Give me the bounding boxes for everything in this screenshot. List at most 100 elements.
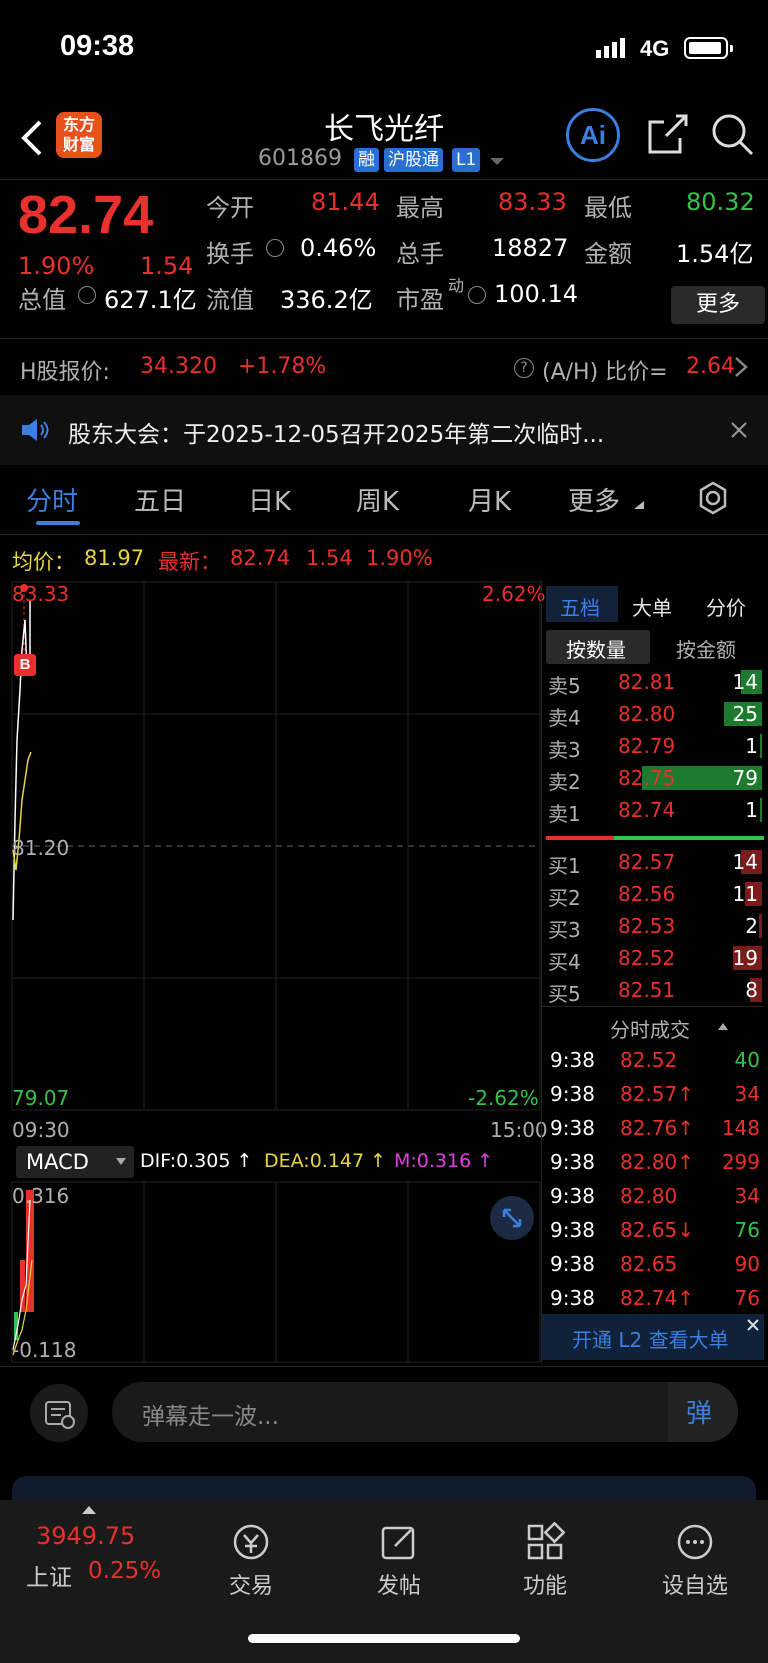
expand-up-icon[interactable]	[82, 1504, 96, 1514]
index-value[interactable]: 3949.75	[36, 1522, 135, 1550]
nav-trade[interactable]: 交易	[206, 1522, 296, 1600]
ob-tab-price[interactable]: 分价	[706, 592, 746, 621]
tick-time: 9:38	[550, 1286, 595, 1310]
buy-marker[interactable]: B	[14, 654, 36, 676]
index-pct: 0.25%	[88, 1558, 162, 1584]
tab-five-day[interactable]: 五日	[134, 481, 186, 518]
intraday-chart[interactable]	[0, 580, 542, 1120]
tick-price: 82.52	[620, 1048, 678, 1072]
ask-qty: 1	[745, 734, 758, 758]
macd-selector[interactable]: MACD	[16, 1146, 134, 1178]
bid-price: 82.51	[618, 978, 676, 1002]
more-button[interactable]: 更多	[671, 286, 765, 324]
tick-time: 9:38	[550, 1048, 595, 1072]
ah-ratio-value: 2.64	[686, 354, 735, 379]
nav-functions[interactable]: 功能	[500, 1522, 590, 1600]
tab-week-k[interactable]: 周K	[356, 481, 399, 518]
danmu-send-button[interactable]: 弹	[668, 1382, 738, 1442]
time-end: 15:00	[490, 1118, 548, 1142]
ask-row[interactable]: 卖2 82.75 79	[542, 762, 764, 794]
tab-more[interactable]: 更多	[568, 481, 620, 518]
bid-price: 82.53	[618, 914, 676, 938]
ask-row[interactable]: 卖3 82.79 1	[542, 730, 764, 762]
ai-button[interactable]: Ai	[566, 108, 620, 162]
float-label: 流值	[206, 286, 254, 314]
tab-day-k[interactable]: 日K	[248, 481, 291, 518]
margin-tag: 融	[354, 148, 379, 172]
macd-dif: DIF:0.305 ↑	[140, 1150, 253, 1172]
bid-qty: 19	[732, 946, 758, 970]
settings-icon[interactable]	[696, 481, 730, 515]
help-icon[interactable]: ?	[514, 358, 534, 378]
danmu-toggle[interactable]	[30, 1384, 88, 1442]
danmu-placeholder: 弹幕走一波...	[142, 1404, 279, 1430]
chevron-right-icon	[735, 357, 748, 377]
info-icon[interactable]	[266, 239, 284, 257]
open-label: 今开	[206, 194, 254, 222]
low-label: 最低	[584, 194, 632, 222]
tick-row: 9:38 82.80↑ 299	[542, 1146, 764, 1180]
dropdown-icon[interactable]	[490, 156, 504, 166]
close-icon[interactable]	[730, 421, 748, 439]
stock-header: 东方 财富 长飞光纤 601869 融 沪股通 L1 Ai	[0, 96, 768, 178]
svg-text:弹: 弹	[686, 1399, 712, 1429]
sort-icon[interactable]	[718, 1022, 728, 1030]
ask-row[interactable]: 卖1 82.74 1	[542, 794, 764, 826]
ask-row[interactable]: 卖4 82.80 25	[542, 698, 764, 730]
macd-m: M:0.316 ↑	[394, 1150, 494, 1172]
bid-row[interactable]: 买3 82.53 2	[542, 910, 764, 942]
grid-icon	[527, 1522, 565, 1560]
info-icon[interactable]	[468, 286, 486, 304]
dropdown-icon	[116, 1158, 126, 1165]
ob-subtab-qty-label: 按数量	[566, 638, 626, 662]
danmu-input[interactable]: 弹幕走一波... 弹	[112, 1382, 738, 1442]
bid-qty: 2	[745, 914, 758, 938]
connect-tag: 沪股通	[384, 148, 443, 172]
index-name: 上证	[26, 1565, 72, 1591]
expand-button[interactable]	[490, 1196, 534, 1240]
ask-price: 82.74	[618, 798, 676, 822]
bid-row[interactable]: 买5 82.51 8	[542, 974, 764, 1006]
nav-post[interactable]: 发帖	[354, 1522, 444, 1600]
tick-price: 82.65↓	[620, 1218, 695, 1242]
more-circle-icon	[677, 1524, 713, 1560]
tick-row: 9:38 82.76↑ 148	[542, 1112, 764, 1146]
bid-row[interactable]: 买4 82.52 19	[542, 942, 764, 974]
turnover-value: 0.46%	[300, 234, 377, 262]
tab-intraday[interactable]: 分时	[26, 481, 78, 518]
search-icon[interactable]	[710, 112, 754, 156]
tick-volume: 34	[734, 1184, 760, 1208]
tick-row: 9:38 82.57↑ 34	[542, 1078, 764, 1112]
bid-price: 82.57	[618, 850, 676, 874]
tick-price: 82.80	[620, 1184, 678, 1208]
pe-sup: 动	[448, 276, 465, 295]
change-percent: 1.90%	[18, 252, 95, 280]
tick-volume: 90	[734, 1252, 760, 1276]
h-share-row[interactable]: H股报价: 34.320 +1.78% ? (A/H) 比价= 2.64	[0, 340, 768, 392]
chart-mid-price: 81.20	[12, 836, 70, 860]
h-share-price: 34.320	[140, 354, 217, 379]
macd-chart[interactable]	[0, 1180, 542, 1364]
network-label: 4G	[640, 36, 670, 61]
ask-volume-bar	[760, 798, 762, 822]
ask-qty: 14	[732, 670, 758, 694]
ask-row[interactable]: 卖5 82.81 14	[542, 666, 764, 698]
info-icon[interactable]	[78, 286, 96, 304]
bid-row[interactable]: 买1 82.57 14	[542, 846, 764, 878]
tick-price: 82.76↑	[620, 1116, 695, 1140]
macd-bottom: -0.118	[12, 1338, 77, 1362]
nav-add-watchlist[interactable]: 设自选	[650, 1522, 740, 1600]
notice-banner[interactable]: 股东大会：于2025-12-05召开2025年第二次临时...	[0, 395, 768, 465]
ob-subtab-amount[interactable]: 按金额	[676, 634, 736, 663]
tick-row: 9:38 82.52 40	[542, 1044, 764, 1078]
volume-label: 总手	[396, 240, 444, 268]
macd-top: 0.316	[12, 1184, 70, 1208]
bid-row[interactable]: 买2 82.56 11	[542, 878, 764, 910]
ob-tab-big[interactable]: 大单	[632, 592, 672, 621]
turnover-label: 换手	[206, 240, 254, 268]
ask-label: 卖5	[548, 674, 581, 698]
share-icon[interactable]	[646, 112, 690, 156]
l2-banner[interactable]: 开通 L2 查看大单	[542, 1314, 764, 1360]
tab-month-k[interactable]: 月K	[468, 481, 511, 518]
edit-icon	[381, 1526, 415, 1560]
